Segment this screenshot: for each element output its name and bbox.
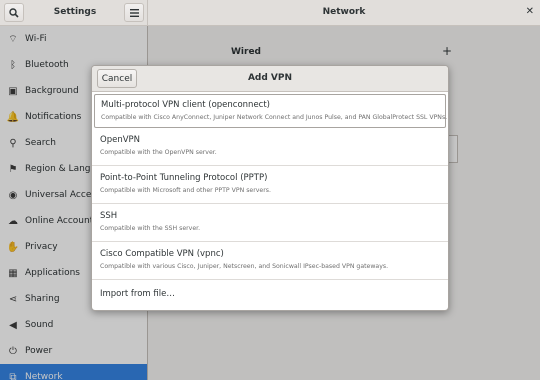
vpn-option-name: Multi-protocol VPN client (openconnect): [101, 100, 270, 110]
dialog-header: Cancel Add VPN: [92, 66, 448, 92]
vpn-option-description: Compatible with the SSH server.: [100, 225, 201, 232]
add-vpn-dialog: Cancel Add VPN Multi-protocol VPN client…: [91, 65, 449, 311]
dialog-title: Add VPN: [247, 73, 293, 83]
import-from-file-button[interactable]: Import from file…: [92, 280, 448, 308]
vpn-option-name: Point-to-Point Tunneling Protocol (PPTP): [100, 173, 268, 183]
vpn-option-name: OpenVPN: [100, 135, 141, 145]
page-title: Network: [322, 7, 366, 17]
vpn-option-description: Compatible with various Cisco, Juniper, …: [100, 263, 389, 270]
cancel-button[interactable]: Cancel: [97, 69, 137, 88]
vpn-option-openvpn[interactable]: OpenVPN Compatible with the OpenVPN serv…: [92, 128, 448, 166]
vpn-option-ssh[interactable]: SSH Compatible with the SSH server.: [92, 204, 448, 242]
sidebar-header: Settings: [0, 0, 148, 26]
vpn-option-name: Cisco Compatible VPN (vpnc): [100, 249, 224, 259]
vpn-type-list: Multi-protocol VPN client (openconnect) …: [92, 94, 448, 308]
close-icon: ✕: [525, 6, 534, 17]
vpn-option-pptp[interactable]: Point-to-Point Tunneling Protocol (PPTP)…: [92, 166, 448, 204]
search-icon: [9, 7, 19, 18]
vpn-option-description: Compatible with the OpenVPN server.: [100, 149, 217, 156]
search-button[interactable]: [4, 3, 24, 22]
vpn-option-description: Compatible with Cisco AnyConnect, Junipe…: [101, 114, 448, 121]
headerbar: Settings Network ✕: [0, 0, 540, 26]
vpn-option-description: Compatible with Microsoft and other PPTP…: [100, 187, 271, 194]
vpn-option-vpnc[interactable]: Cisco Compatible VPN (vpnc) Compatible w…: [92, 242, 448, 280]
vpn-option-name: SSH: [100, 211, 118, 221]
close-button[interactable]: ✕: [526, 6, 534, 17]
hamburger-menu-icon: [129, 8, 139, 17]
import-from-file-label: Import from file…: [100, 289, 175, 299]
vpn-option-openconnect[interactable]: Multi-protocol VPN client (openconnect) …: [94, 94, 448, 128]
settings-title: Settings: [53, 7, 97, 17]
menu-button[interactable]: [124, 3, 144, 22]
